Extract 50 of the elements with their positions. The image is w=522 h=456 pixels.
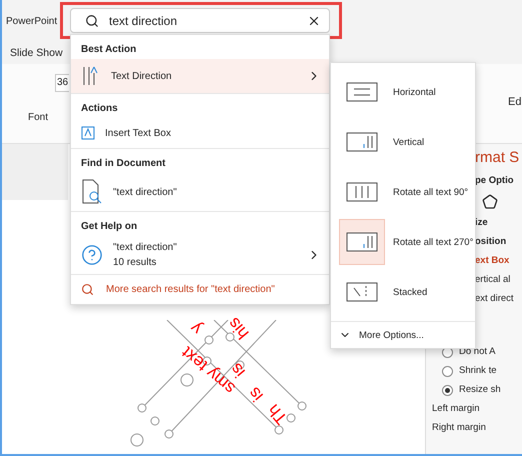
item-label: Text Direction — [111, 70, 173, 82]
margin-label: Right margin — [432, 422, 487, 434]
option-label: Stacked — [393, 286, 428, 298]
search-field[interactable]: text direction — [70, 8, 330, 33]
app-title: PowerPoint — [6, 16, 58, 26]
slide-text: y — [186, 318, 206, 338]
item-label: Insert Text Box — [105, 128, 172, 138]
section-heading: Best Action — [80, 44, 138, 57]
slide-text: his — [224, 313, 254, 343]
margin-label: Left margin — [432, 403, 481, 415]
result-item[interactable]: "text direction" 10 results — [71, 236, 329, 274]
ribbon-tab[interactable]: Slide Show — [10, 47, 63, 59]
radio-label: Shrink te — [459, 365, 496, 377]
document-search-icon — [81, 179, 103, 205]
more-options-link[interactable]: More Options... — [331, 321, 475, 348]
section-heading: Actions — [80, 103, 119, 116]
submenu-item[interactable]: Rotate all text 270° — [331, 217, 475, 267]
shape-icon[interactable] — [482, 194, 498, 210]
submenu-item[interactable]: Horizontal — [331, 67, 475, 117]
help-icon — [81, 244, 103, 266]
result-item[interactable]: Insert Text Box — [71, 118, 329, 148]
item-label: "text direction" — [113, 242, 178, 253]
pane-title: rmat S — [475, 148, 520, 168]
radio-button[interactable] — [442, 366, 453, 376]
result-item[interactable]: Text Direction — [71, 59, 329, 93]
submenu-item[interactable]: Stacked — [331, 267, 475, 317]
pane-label: ext Box — [475, 255, 510, 267]
submenu-item[interactable]: Rotate all text 90° — [331, 167, 475, 217]
section-heading: Find in Document — [80, 158, 166, 171]
option-label: Horizontal — [393, 86, 436, 98]
font-size-field[interactable]: 36 — [55, 74, 69, 92]
item-label: "text direction" — [113, 186, 178, 198]
radio-label: Resize sh — [459, 384, 501, 396]
search-value: text direction — [109, 14, 178, 28]
radio-button[interactable] — [442, 384, 453, 396]
ribbon-label: Ed — [508, 96, 522, 108]
search-icon — [81, 283, 94, 296]
pane-label: osition — [475, 236, 508, 248]
option-label: Vertical — [393, 136, 424, 148]
text-box-icon — [81, 126, 95, 140]
submenu-item[interactable]: Vertical — [331, 117, 475, 167]
group-label: Font — [28, 112, 50, 123]
search-icon — [85, 14, 99, 28]
section-heading: Get Help on — [80, 221, 138, 234]
option-label: Rotate all text 90° — [393, 186, 468, 198]
option-label: Rotate all text 270° — [393, 236, 474, 248]
pane-label: ertical al — [475, 274, 512, 286]
item-sublabel: 10 results — [113, 257, 158, 268]
result-item[interactable]: "text direction" — [71, 173, 329, 211]
more-results-link[interactable]: More search results for "text direction" — [71, 275, 329, 304]
